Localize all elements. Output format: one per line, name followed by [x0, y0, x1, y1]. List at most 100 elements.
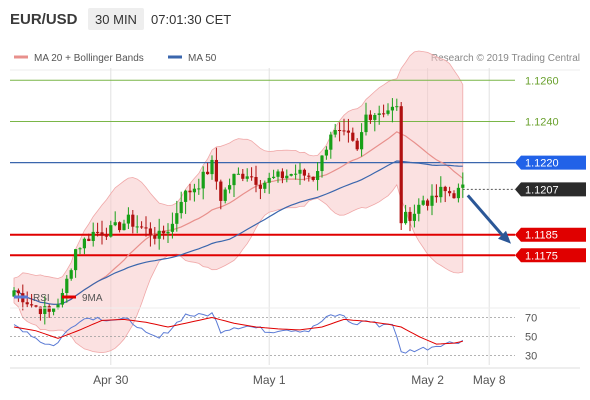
candle-body — [373, 115, 377, 120]
candle-body — [206, 171, 210, 175]
candle-body — [289, 174, 293, 176]
rsi-tick-label: 70 — [525, 313, 537, 325]
candle-body — [311, 176, 315, 180]
candle-body — [351, 132, 355, 141]
candle-body — [316, 171, 320, 180]
candle-body — [390, 106, 394, 111]
ma50-legend-label: MA 50 — [188, 53, 217, 64]
candle-body — [333, 130, 337, 135]
candle-body — [254, 176, 258, 185]
time-label: 07:01:30 CET — [151, 12, 231, 27]
candle-body — [245, 176, 249, 179]
candle-body — [16, 290, 20, 294]
candle-body — [78, 248, 82, 250]
candle-body — [307, 175, 311, 177]
ma20-legend-label: MA 20 + Bollinger Bands — [34, 53, 144, 64]
candle-body — [294, 173, 298, 175]
candle-body — [439, 186, 443, 198]
candle-body — [104, 235, 108, 237]
candle-body — [87, 238, 91, 241]
candle-body — [175, 213, 179, 224]
candle-body — [280, 171, 284, 179]
x-tick-label: May 1 — [253, 373, 286, 387]
candle-body — [113, 222, 117, 226]
candle-body — [52, 308, 56, 312]
candle-body — [96, 231, 100, 233]
candle-body — [109, 225, 113, 237]
candle-body — [43, 306, 47, 315]
candle-body — [382, 113, 386, 115]
candle-body — [162, 230, 166, 234]
candle-body — [232, 173, 236, 186]
candle-body — [197, 188, 201, 190]
price-label: 1.1220 — [525, 158, 559, 170]
timeframe-label[interactable]: 30 MIN — [95, 12, 137, 27]
candle-body — [426, 200, 430, 206]
price-label: 1.1260 — [525, 75, 559, 87]
candle-body — [65, 278, 69, 293]
candle-body — [223, 189, 227, 201]
candle-body — [342, 130, 346, 132]
candle-body — [263, 182, 267, 189]
candle-body — [179, 201, 183, 214]
candle-body — [170, 223, 174, 232]
rsi-tick-label: 30 — [525, 351, 537, 363]
candle-body — [214, 159, 218, 182]
candle-body — [329, 134, 333, 150]
candle-body — [131, 214, 135, 227]
candle-body — [267, 177, 271, 183]
candle-body — [153, 235, 157, 239]
candle-body — [184, 190, 188, 202]
candle-body — [443, 186, 447, 192]
candle-body — [302, 169, 306, 176]
candle-body — [434, 195, 438, 198]
candle-body — [360, 132, 364, 150]
candle-body — [91, 231, 95, 241]
candle-body — [355, 140, 359, 150]
arrow-shaft — [466, 194, 504, 236]
candle-body — [122, 223, 126, 231]
price-label: 1.1207 — [525, 184, 559, 196]
candle-body — [408, 211, 412, 221]
candle-body — [298, 169, 302, 174]
candle-body — [241, 173, 245, 179]
candle-body — [74, 249, 78, 271]
x-axis: Apr 30 May 1 May 2 May 8 — [10, 367, 580, 387]
candle-body — [69, 270, 73, 279]
candle-body — [456, 187, 460, 199]
candle-body — [188, 190, 192, 193]
candle-body — [236, 173, 240, 175]
legend-top: MA 20 + Bollinger Bands MA 50 Research ©… — [14, 53, 580, 64]
candle-body — [219, 181, 223, 201]
candle-body — [399, 106, 403, 224]
candle-body — [461, 184, 465, 188]
candle-body — [412, 213, 416, 221]
candle-body — [338, 130, 342, 132]
x-tick-label: May 2 — [411, 373, 444, 387]
candle-body — [157, 230, 161, 239]
rsi-tick-label: 50 — [525, 332, 537, 344]
price-label: 1.1240 — [525, 116, 559, 128]
candle-body — [377, 113, 381, 116]
candle-body — [148, 228, 152, 236]
candle-body — [135, 226, 139, 228]
candle-body — [421, 200, 425, 205]
candle-body — [368, 114, 372, 120]
candle-body — [276, 171, 280, 177]
candle-body — [320, 155, 324, 172]
candle-body — [201, 171, 205, 189]
candle-body — [272, 176, 276, 178]
candle-body — [25, 302, 29, 305]
candle-body — [118, 222, 122, 231]
price-label: 1.1185 — [525, 230, 558, 242]
x-tick-label: May 8 — [473, 373, 506, 387]
candle-body — [430, 195, 434, 206]
candle-body — [192, 188, 196, 193]
candle-body — [386, 110, 390, 114]
candle-body — [30, 304, 34, 306]
header: EUR/USD 30 MIN 07:01:30 CET — [10, 8, 231, 30]
x-tick-label: Apr 30 — [93, 373, 129, 387]
ma9-legend-label: 9MA — [82, 293, 103, 304]
rsi-legend-label: RSI — [33, 293, 50, 304]
candle-body — [34, 305, 38, 307]
